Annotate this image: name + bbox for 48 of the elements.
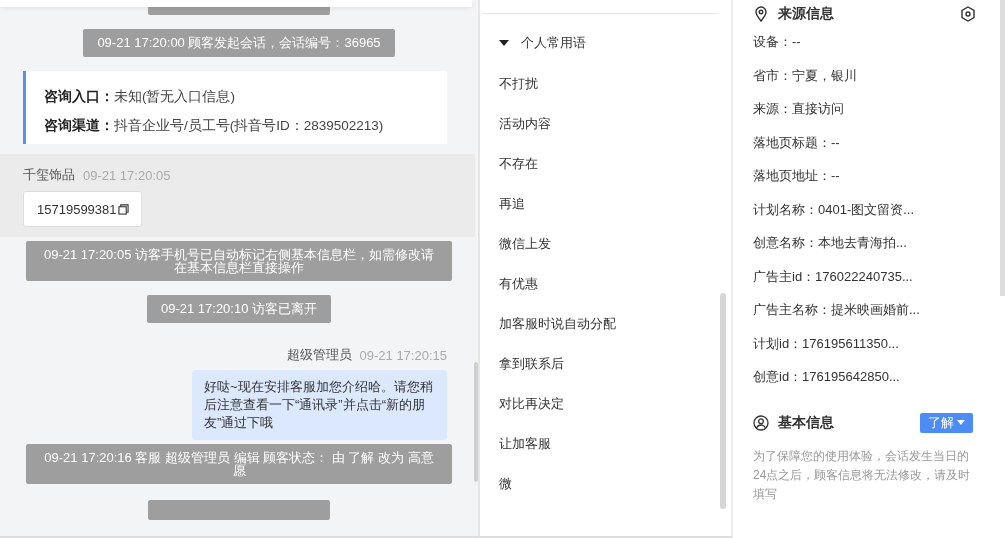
section-title: 基本信息: [778, 413, 834, 432]
phrase-item[interactable]: 微信上发: [499, 224, 551, 264]
phrase-item[interactable]: 活动内容: [499, 104, 551, 144]
scrollbar[interactable]: [720, 293, 726, 509]
system-message: 09-21 17:20:05 访客手机号已自动标记右侧基本信息栏，如需修改请在基本信息栏直接操作: [26, 241, 452, 281]
field-value: 未知(暂无入口信息): [114, 89, 235, 104]
info-field: 创意id：176195642850...: [753, 369, 900, 403]
hint-text: 为了保障您的使用体验，会话发生当日的24点之后，顾客信息将无法修改，请及时填写: [753, 447, 972, 503]
system-message: 09-21 17:20:10 访客已离开: [146, 295, 332, 323]
phrase-item[interactable]: 有优惠: [499, 264, 538, 304]
info-field: 创意名称：本地去青海拍...: [753, 235, 907, 269]
phrase-item[interactable]: 加客服时说自动分配: [499, 304, 616, 344]
info-field: 落地页地址：--: [753, 168, 840, 202]
info-field: 广告主id：176022240735...: [753, 268, 913, 302]
info-field: 计划id：176195611350...: [753, 335, 899, 369]
phrase-item[interactable]: 微: [499, 464, 512, 504]
sender-name: 超级管理员: [286, 346, 352, 364]
phrase-item[interactable]: 让加客服: [499, 424, 551, 464]
info-field: 设备：--: [753, 34, 801, 68]
message-time: 09-21 17:20:05: [83, 167, 171, 183]
phrase-group-header[interactable]: 个人常用语: [499, 30, 731, 56]
phrase-item[interactable]: 再追: [499, 184, 525, 224]
section-title: 来源信息: [778, 5, 834, 23]
user-icon: [753, 414, 769, 431]
phrase-item[interactable]: 不存在: [499, 144, 538, 184]
phone-number: 15719599381: [37, 201, 117, 217]
field-label: 咨询入口：: [44, 89, 114, 104]
message-time: 09-21 17:20:15: [359, 347, 447, 363]
sender-name: 千玺饰品: [23, 166, 75, 184]
phrase-item[interactable]: 拿到联系后: [499, 344, 564, 384]
phrase-item[interactable]: 对比再决定: [499, 384, 564, 424]
system-message: 09-21 17:20:16 客服 超级管理员 编辑 顾客状态： 由 了解 改为 高意愿: [26, 444, 452, 484]
location-pin-icon: [753, 6, 769, 22]
phrase-item[interactable]: 不打扰: [499, 64, 538, 104]
info-field: 广告主名称：提米映画婚前...: [753, 302, 920, 336]
info-field: 省市：宁夏，银川: [753, 67, 857, 101]
info-field: 计划名称：0401-图文留资...: [753, 201, 915, 235]
caret-icon: [499, 40, 509, 46]
info-field: 落地页标题：--: [753, 134, 840, 168]
field-value: 抖音企业号/员工号(抖音号ID：2839502213): [114, 118, 384, 133]
system-message: 09-21 17:20:00 顾客发起会话，会话编号：36965: [83, 29, 395, 57]
settings-icon[interactable]: [960, 6, 976, 22]
caret-icon: [957, 420, 965, 425]
field-label: 咨询渠道：: [44, 118, 114, 133]
scrollbar[interactable]: [1000, 0, 1005, 296]
info-field: 来源：直接访问: [753, 101, 844, 135]
message-bubble: 好哒~现在安排客服加您介绍哈。请您稍后注意查看一下“通讯录”并点击“新的朋友”通过下哦: [192, 370, 447, 440]
copy-icon[interactable]: [117, 203, 129, 215]
